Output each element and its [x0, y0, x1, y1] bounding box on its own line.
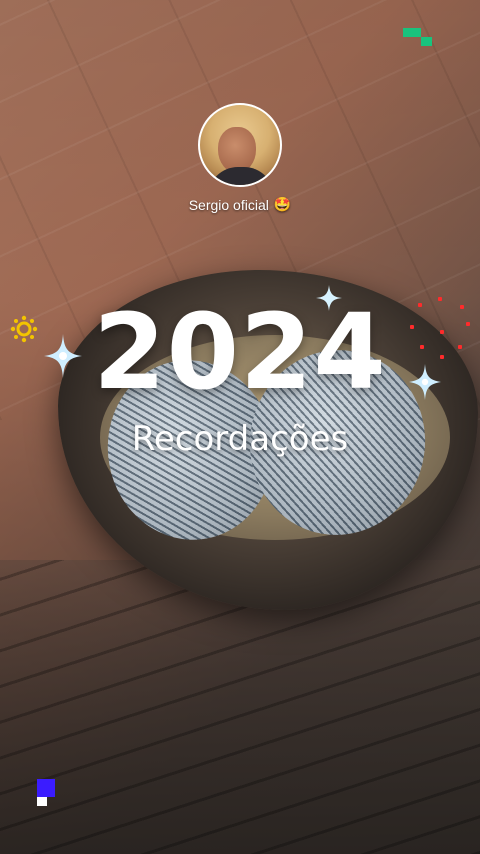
- profile-header: Sergio oficial 🤩: [0, 103, 480, 213]
- username[interactable]: Sergio oficial 🤩: [189, 196, 292, 213]
- sparkle-icon: [409, 364, 441, 400]
- star-struck-emoji-icon: 🤩: [273, 196, 292, 212]
- subtitle: Recordações: [131, 419, 349, 459]
- sparkle-icon: [44, 334, 82, 378]
- username-text: Sergio oficial: [188, 196, 269, 213]
- headline: 2024 Recordações: [0, 300, 480, 456]
- sparkle-icon: [316, 285, 342, 311]
- avatar[interactable]: [198, 103, 282, 187]
- sun-icon: [10, 315, 38, 343]
